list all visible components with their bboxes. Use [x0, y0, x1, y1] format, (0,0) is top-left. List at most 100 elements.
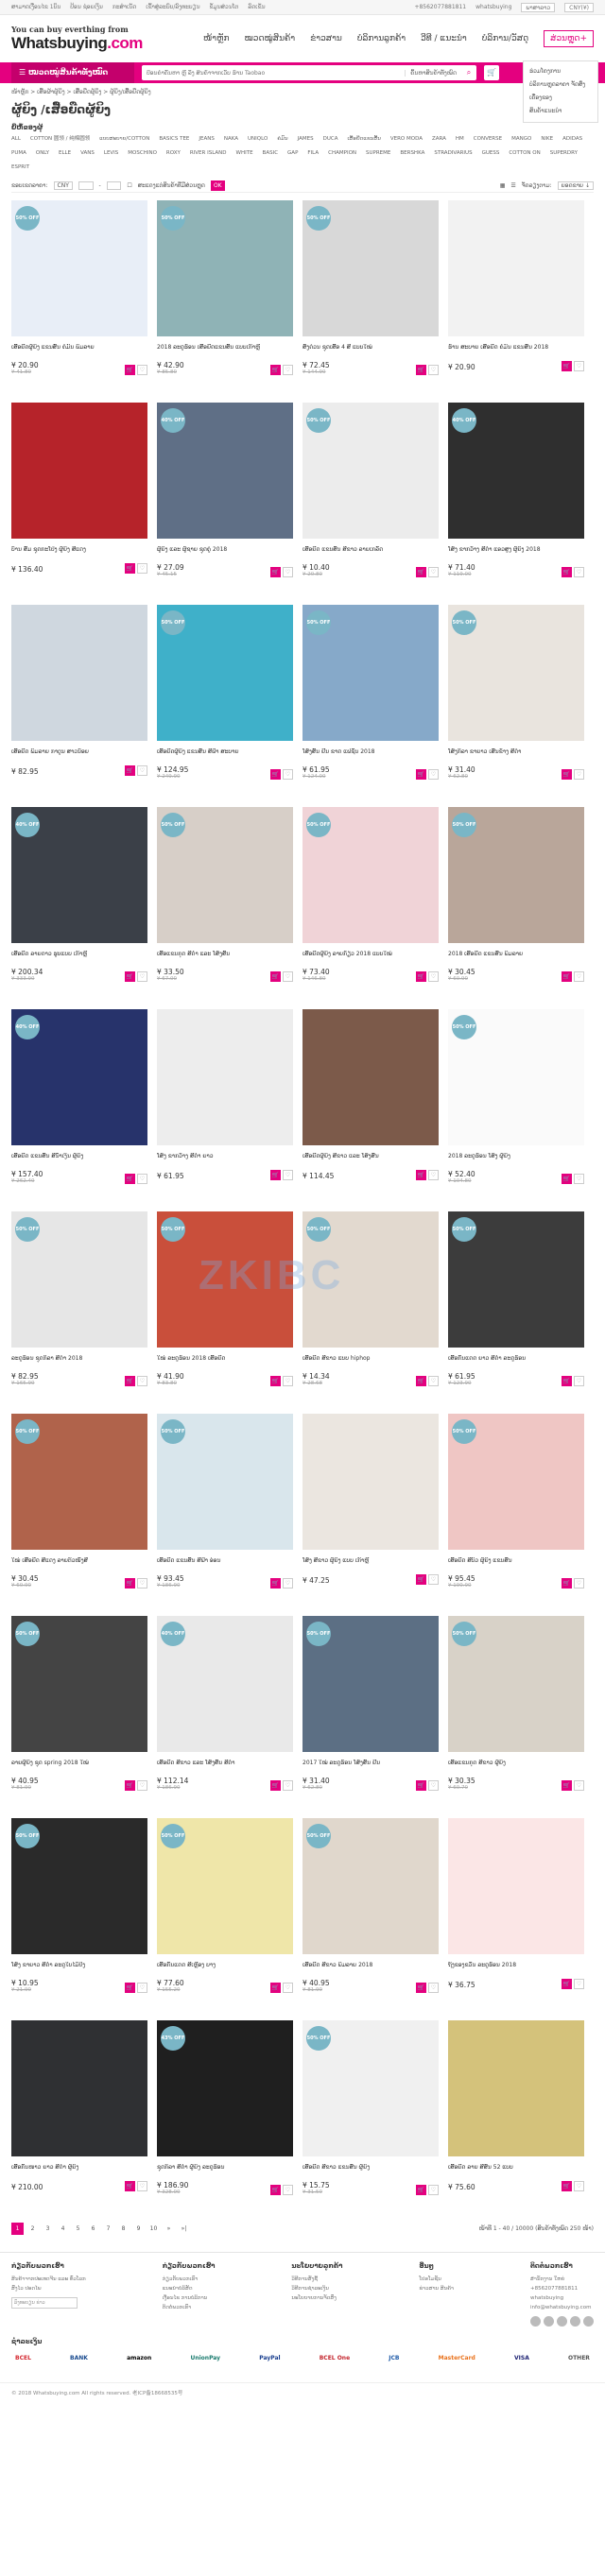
product-image[interactable]: 40% OFF	[448, 403, 584, 539]
product-image[interactable]: 50% OFF	[448, 807, 584, 943]
product-card[interactable]: 50% OFF ໃໝ່ ລະດູຮ້ອນ 2018 ເສື້ອຍືດ ¥ 41.90…	[157, 1211, 293, 1400]
product-card[interactable]: 50% OFF ເສື້ອກັນແດດ ສີເຫຼືອງ ບາງ ¥ 77.60 ¥ …	[157, 1818, 293, 2007]
add-to-cart-icon[interactable]: 🛒	[270, 769, 281, 780]
wishlist-icon[interactable]: ♡	[137, 1578, 147, 1589]
add-to-cart-icon[interactable]: 🛒	[562, 1578, 572, 1589]
wishlist-icon[interactable]: ♡	[428, 1376, 439, 1386]
product-title[interactable]: ເສື້ອຍືດຜູ້ຍິງ ແຂນສັ້ນ ສີຟ້າ ສະບາຍ	[157, 748, 293, 764]
wishlist-icon[interactable]: ♡	[574, 567, 584, 577]
brand-filter-item[interactable]: ELLE	[59, 149, 71, 158]
wishlist-icon[interactable]: ♡	[574, 1174, 584, 1184]
product-title[interactable]: 2018 ລະດູຮ້ອນ ໂສ້ງ ຜູ້ຍິງ	[448, 1153, 584, 1168]
product-card[interactable]: 50% OFF ເສື້ອຍືດ ແຂນສັ້ນ ສີຟ້າ ອ່ອນ ¥ 93.4…	[157, 1414, 293, 1603]
wishlist-icon[interactable]: ♡	[137, 765, 147, 776]
add-to-cart-icon[interactable]: 🛒	[562, 1979, 572, 1989]
price-go-button[interactable]: OK	[210, 180, 225, 191]
product-image[interactable]	[448, 2020, 584, 2156]
brand-filter-item[interactable]: NIKE	[541, 135, 553, 144]
product-card[interactable]: 50% OFF ສົ່ງດ່ວນ ຊຸດເສື້ອ 4 ສີ ແບບໃໝ່ ¥ 72…	[302, 200, 439, 389]
brand-filter-item[interactable]: CHAMPION	[328, 149, 356, 158]
brand-filter-item[interactable]: HM	[456, 135, 464, 144]
top-link[interactable]: ລົດເຂັນ	[248, 4, 265, 10]
wishlist-icon[interactable]: ♡	[283, 971, 293, 982]
footer-link[interactable]: ໂປຣໂມຊັ່ນ	[419, 2275, 454, 2284]
brand-filter-item[interactable]: GUESS	[482, 149, 500, 158]
footer-link[interactable]: ເງື່ອນໄຂ ການບໍລິການ	[163, 2293, 216, 2303]
page-link[interactable]: 5	[72, 2223, 84, 2235]
brand-filter-item[interactable]: CONVERSE	[474, 135, 502, 144]
product-title[interactable]: ໂສ້ງສັ້ນ ຢີນ ຂາດ ແຟຊັນ 2018	[302, 748, 439, 764]
add-to-cart-icon[interactable]: 🛒	[416, 567, 426, 577]
product-image[interactable]: 43% OFF	[157, 2020, 293, 2156]
add-to-cart-icon[interactable]: 🛒	[562, 1376, 572, 1386]
product-title[interactable]: ເສື້ອແຂນກຸດ ສີດຳ ແລະ ໂສ້ງສັ້ນ	[157, 951, 293, 966]
wishlist-icon[interactable]: ♡	[428, 769, 439, 780]
product-title[interactable]: ຊຸດກິລາ ສີດຳ ຜູ້ຍິງ ລະດູຮ້ອນ	[157, 2164, 293, 2179]
product-image[interactable]: 50% OFF	[302, 605, 439, 741]
add-to-cart-icon[interactable]: 🛒	[125, 1578, 135, 1589]
product-image[interactable]: 50% OFF	[11, 1414, 147, 1550]
add-to-cart-icon[interactable]: 🛒	[125, 765, 135, 776]
product-title[interactable]: ເສື້ອຍືດ ແຂນສັ້ນ ສີຂາວ ລາຍເກລັດ	[302, 546, 439, 561]
wishlist-icon[interactable]: ♡	[428, 1780, 439, 1791]
add-to-cart-icon[interactable]: 🛒	[416, 1574, 426, 1585]
wishlist-icon[interactable]: ♡	[574, 1979, 584, 1989]
product-title[interactable]: ບ້ານ ສົ້ມ ຊຸດກະໂປ່ງ ຜູ້ຍິງ ສີແດງ	[11, 546, 147, 561]
product-card[interactable]: 50% OFF ໂສ້ງ ຂາຍາວ ສີດຳ ລະດູໃບໄມ້ປົ່ງ ¥ 10…	[11, 1818, 147, 2007]
product-title[interactable]: ລະດູຮ້ອນ ຊຸດກິລາ ສີດຳ 2018	[11, 1355, 147, 1370]
search-scope-select[interactable]: ຄົ້ນຫາສິນຄ້າທັງໝົດ	[405, 69, 461, 77]
wishlist-icon[interactable]: ♡	[428, 1170, 439, 1180]
product-card[interactable]: 50% OFF ລະດູຮ້ອນ ຊຸດກິລາ ສີດຳ 2018 ¥ 82.95…	[11, 1211, 147, 1400]
nav-item[interactable]: ໜ້າຫຼັກ	[203, 34, 230, 43]
product-image[interactable]: 50% OFF	[448, 1414, 584, 1550]
nav-item[interactable]: ບໍລິການລູກຄ້າ	[357, 34, 406, 43]
page-link[interactable]: 6	[87, 2223, 99, 2235]
wishlist-icon[interactable]: ♡	[137, 1983, 147, 1993]
page-link[interactable]: 7	[102, 2223, 114, 2235]
product-card[interactable]: 40% OFF ເສື້ອຍືດ ແຂນສັ້ນ ສີນ້ຳເງິນ ຜູ້ຍິງ…	[11, 1009, 147, 1198]
price-min-input[interactable]	[78, 181, 94, 190]
product-title[interactable]: ໂສ້ງກິລາ ຂາຍາວ ເສັ້ນຂ້າງ ສີດຳ	[448, 748, 584, 764]
add-to-cart-icon[interactable]: 🛒	[416, 2185, 426, 2195]
product-card[interactable]: 50% OFF ໃໝ່ ເສື້ອຍືດ ສີແດງ ລາຍຕົວໜັງສື ¥ 3…	[11, 1414, 147, 1603]
product-image[interactable]: 50% OFF	[302, 1818, 439, 1954]
add-to-cart-icon[interactable]: 🛒	[416, 1780, 426, 1791]
all-categories-button[interactable]: ☰ ໝວດໝູ່ສິນຄ້າທັງໝົດ	[11, 62, 134, 83]
product-card[interactable]: 50% OFF ໂສ້ງກິລາ ຂາຍາວ ເສັ້ນຂ້າງ ສີດຳ ¥ 31…	[448, 605, 584, 794]
brand-filter-item[interactable]: JEANS	[199, 135, 214, 144]
currency-select[interactable]: CNY(¥)	[564, 2, 594, 12]
add-to-cart-icon[interactable]: 🛒	[416, 1376, 426, 1386]
google-icon[interactable]	[583, 2316, 594, 2327]
product-image[interactable]	[157, 1009, 293, 1145]
nav-item-promotions[interactable]: ສ່ວນຫຼຸດ+	[544, 30, 594, 47]
footer-link[interactable]: ກ່ຽວກັບພວກເຮົາ	[163, 2275, 216, 2284]
footer-link[interactable]: ວິທີການຊຳລະເງິນ	[291, 2284, 342, 2293]
product-card[interactable]: ຖົງຂອງຂວັນ ລະດູຮ້ອນ 2018 ¥ 36.75 🛒 ♡	[448, 1818, 584, 2007]
product-card[interactable]: 50% OFF ເສື້ອຍືດຜູ້ຍິງ ແຂນສັ້ນ ສີຟ້າ ສະບາ…	[157, 605, 293, 794]
footer-link[interactable]: ແນະນຳບໍລິສັດ	[163, 2284, 216, 2293]
product-image[interactable]	[302, 1009, 439, 1145]
wishlist-icon[interactable]: ♡	[137, 365, 147, 375]
add-to-cart-icon[interactable]: 🛒	[125, 365, 135, 375]
add-to-cart-icon[interactable]: 🛒	[125, 563, 135, 574]
nav-item[interactable]: ໝວດໝູ່ສິນຄ້າ	[245, 34, 296, 43]
product-card[interactable]: ບ້ານ ສົ້ມ ຊຸດກະໂປ່ງ ຜູ້ຍິງ ສີແດງ ¥ 136.40…	[11, 403, 147, 592]
wishlist-icon[interactable]: ♡	[428, 971, 439, 982]
add-to-cart-icon[interactable]: 🛒	[562, 1174, 572, 1184]
add-to-cart-icon[interactable]: 🛒	[562, 567, 572, 577]
product-title[interactable]: ເສື້ອກັນແດດ ຍາວ ສີດຳ ລະດູຮ້ອນ	[448, 1355, 584, 1370]
product-image[interactable]: 40% OFF	[11, 807, 147, 943]
wishlist-icon[interactable]: ♡	[283, 1170, 293, 1180]
product-card[interactable]: ເສື້ອຍືດຜູ້ຍິງ ສີຂາວ ແລະ ໂສ້ງສັ້ນ ¥ 114.4…	[302, 1009, 439, 1198]
product-card[interactable]: 43% OFF ຊຸດກິລາ ສີດຳ ຜູ້ຍິງ ລະດູຮ້ອນ ¥ 186…	[157, 2020, 293, 2209]
brand-filter-item[interactable]: FILA	[307, 149, 319, 158]
product-title[interactable]: ໃໝ່ ລະດູຮ້ອນ 2018 ເສື້ອຍືດ	[157, 1355, 293, 1370]
dropdown-item[interactable]: ບໍລິການຫຼຸດລາຄາ ຈັດສົ່ງເຄື່ອງຂອງ	[529, 78, 592, 105]
product-title[interactable]: ເສື້ອກັນໜາວ ຍາວ ສີດຳ ຜູ້ຍິງ	[11, 2164, 147, 2179]
wishlist-icon[interactable]: ♡	[574, 2181, 584, 2191]
product-title[interactable]: ຮ້ານ ສະບາຍ ເສື້ອຍືດ ຄໍມົນ ແຂນສັ້ນ 2018	[448, 344, 584, 359]
page-link[interactable]: 1	[11, 2223, 24, 2235]
product-image[interactable]	[11, 403, 147, 539]
add-to-cart-icon[interactable]: 🛒	[125, 1983, 135, 1993]
product-title[interactable]: ເສື້ອຍືດຜູ້ຍິງ ແຂນສັ້ນ ຄໍມົນ ພິມລາຍ	[11, 344, 147, 359]
